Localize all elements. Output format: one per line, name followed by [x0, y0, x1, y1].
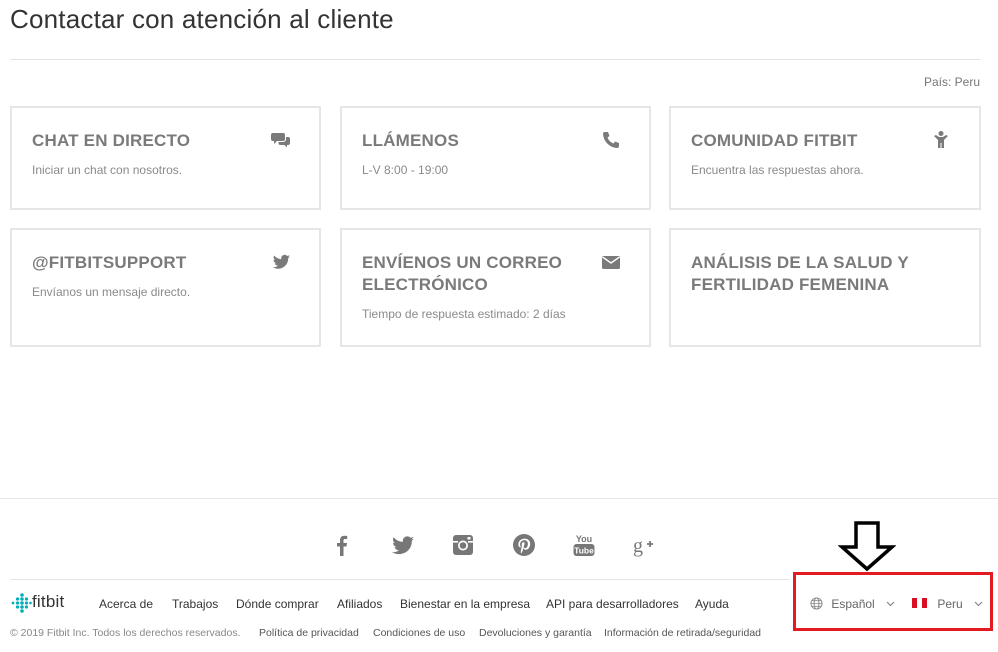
fitbit-wordmark: fitbit	[32, 592, 65, 611]
card-subtitle: Iniciar un chat con nosotros.	[32, 163, 183, 177]
card-fitbit-community[interactable]: COMUNIDAD FITBIT Encuentra las respuesta…	[669, 106, 981, 210]
google-plus-icon[interactable]: g	[632, 532, 658, 558]
footer-link-privacy[interactable]: Política de privacidad	[259, 627, 359, 639]
footer-link-where-to-buy[interactable]: Dónde comprar	[236, 597, 319, 611]
page-title: Contactar con atención al cliente	[10, 4, 394, 34]
phone-icon	[603, 132, 619, 148]
chat-icon	[271, 133, 290, 148]
card-title: CHAT EN DIRECTO	[32, 131, 191, 150]
youtube-icon[interactable]: You Tube	[571, 532, 597, 558]
highlight-box	[793, 572, 993, 631]
country-label: País: Peru	[923, 75, 980, 89]
card-subtitle: Encuentra las respuestas ahora.	[691, 163, 864, 177]
card-fitbit-support[interactable]: @FITBITSUPPORT Envíanos un mensaje direc…	[10, 228, 321, 347]
instagram-icon[interactable]	[450, 532, 476, 558]
divider	[10, 59, 980, 60]
down-arrow-icon	[838, 521, 896, 572]
twitter-icon	[272, 254, 290, 269]
footer-link-returns[interactable]: Devoluciones y garantía	[479, 627, 592, 639]
twitter-icon[interactable]	[390, 532, 416, 558]
card-call-us[interactable]: LLÁMENOS L-V 8:00 - 19:00	[340, 106, 651, 210]
footer-link-wellness[interactable]: Bienestar en la empresa	[400, 597, 530, 611]
svg-text:Tube: Tube	[574, 546, 594, 556]
divider	[10, 579, 790, 580]
card-subtitle: Envíanos un mensaje directo.	[32, 285, 191, 299]
card-title: ENVÍENOS UN CORREO ELECTRÓNICO	[362, 253, 563, 294]
card-title: @FITBITSUPPORT	[32, 253, 187, 272]
svg-text:g: g	[633, 535, 643, 557]
card-subtitle: L-V 8:00 - 19:00	[362, 163, 449, 177]
footer-link-jobs[interactable]: Trabajos	[172, 597, 218, 611]
footer-link-about[interactable]: Acerca de	[99, 597, 153, 611]
community-icon	[934, 131, 948, 148]
svg-text:You: You	[576, 534, 592, 544]
card-title: COMUNIDAD FITBIT	[691, 131, 858, 150]
card-live-chat[interactable]: CHAT EN DIRECTO Iniciar un chat con noso…	[10, 106, 321, 210]
footer-link-help[interactable]: Ayuda	[695, 597, 729, 611]
copyright: © 2019 Fitbit Inc. Todos los derechos re…	[10, 627, 241, 639]
fitbit-logo[interactable]: fitbit	[10, 592, 76, 614]
footer-link-affiliates[interactable]: Afiliados	[337, 597, 382, 611]
card-subtitle: Tiempo de respuesta estimado: 2 días	[362, 307, 566, 321]
pinterest-icon[interactable]	[511, 532, 537, 558]
fitbit-dots-icon	[11, 593, 32, 613]
card-email-us[interactable]: ENVÍENOS UN CORREO ELECTRÓNICO Tiempo de…	[340, 228, 651, 347]
footer-link-terms[interactable]: Condiciones de uso	[373, 627, 465, 639]
footer-link-developer-api[interactable]: API para desarrolladores	[546, 597, 679, 611]
card-womens-health[interactable]: ANÁLISIS DE LA SALUD Y FERTILIDAD FEMENI…	[669, 228, 981, 347]
card-title: LLÁMENOS	[362, 131, 459, 150]
envelope-icon	[602, 256, 620, 269]
footer-link-recall-safety[interactable]: Información de retirada/seguridad	[604, 627, 761, 639]
divider	[0, 498, 998, 499]
facebook-icon[interactable]	[329, 532, 355, 558]
card-title: ANÁLISIS DE LA SALUD Y FERTILIDAD FEMENI…	[691, 253, 909, 294]
